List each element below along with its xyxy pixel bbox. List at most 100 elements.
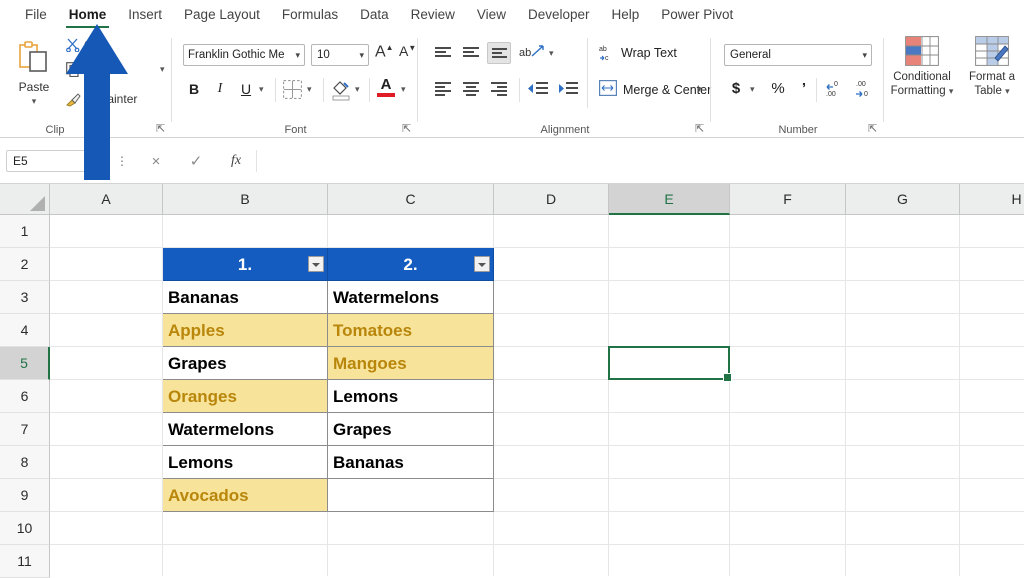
align-center-button[interactable] (459, 78, 483, 100)
paste-button[interactable]: Paste ▾ (8, 36, 60, 112)
row-header-9[interactable]: 9 (0, 479, 50, 512)
increase-decimal-button[interactable]: 0 .00 (824, 78, 848, 100)
italic-button[interactable]: I (209, 78, 231, 100)
table-cell[interactable]: Tomatoes (328, 314, 494, 347)
chevron-down-icon[interactable]: ▾ (549, 42, 554, 64)
font-size-input[interactable]: 10 ▾ (311, 44, 369, 66)
filter-dropdown-button[interactable] (308, 256, 324, 272)
ribbon-tab-page-layout[interactable]: Page Layout (173, 0, 271, 30)
increase-font-size-button[interactable]: A▲ (375, 43, 394, 61)
ribbon-tab-review[interactable]: Review (400, 0, 466, 30)
align-left-button[interactable] (431, 78, 455, 100)
cell-area[interactable]: 1.2.BananasApplesGrapesOrangesWatermelon… (50, 215, 1024, 576)
bold-button[interactable]: B (183, 78, 205, 100)
table-cell[interactable]: Watermelons (328, 281, 494, 314)
decrease-font-size-button[interactable]: A▼ (399, 43, 416, 59)
underline-button[interactable]: U (235, 78, 257, 100)
number-dialog-launcher-icon[interactable]: ⇱ (868, 123, 880, 135)
orientation-button[interactable]: ab (519, 43, 531, 61)
comma-style-button[interactable]: ’ (794, 78, 814, 100)
formula-input[interactable] (256, 150, 1024, 172)
column-header-D[interactable]: D (494, 184, 609, 215)
chevron-down-icon[interactable]: ▾ (862, 45, 867, 65)
table-cell[interactable]: Watermelons (163, 413, 328, 446)
chevron-down-icon[interactable]: ▾ (359, 45, 364, 65)
table-cell[interactable]: Lemons (163, 446, 328, 479)
table-cell[interactable]: Apples (163, 314, 328, 347)
enter-formula-button[interactable]: ✓ (176, 152, 216, 170)
row-header-6[interactable]: 6 (0, 380, 50, 413)
chevron-down-icon[interactable]: ▾ (295, 45, 300, 65)
conditional-formatting-button[interactable]: Conditional Formatting ▾ (889, 36, 955, 98)
font-dialog-launcher-icon[interactable]: ⇱ (402, 123, 414, 135)
table-cell[interactable]: Mangoes (328, 347, 494, 380)
table-cell[interactable]: Grapes (163, 347, 328, 380)
chevron-down-icon[interactable]: ▾ (8, 96, 60, 107)
table-cell[interactable] (328, 479, 494, 512)
chevron-down-icon[interactable]: ▾ (259, 78, 264, 100)
row-header-5[interactable]: 5 (0, 347, 50, 380)
percent-button[interactable]: % (768, 78, 788, 100)
borders-button[interactable] (283, 80, 302, 104)
table-cell[interactable]: Oranges (163, 380, 328, 413)
currency-button[interactable]: $ (726, 78, 746, 100)
align-right-button[interactable] (487, 78, 511, 100)
column-header-C[interactable]: C (328, 184, 494, 215)
decrease-decimal-button[interactable]: .00 0 (854, 78, 878, 100)
number-format-select[interactable]: General ▾ (724, 44, 872, 66)
row-header-3[interactable]: 3 (0, 281, 50, 314)
column-header-G[interactable]: G (846, 184, 960, 215)
row-header-10[interactable]: 10 (0, 512, 50, 545)
ribbon-tab-help[interactable]: Help (601, 0, 651, 30)
row-header-11[interactable]: 11 (0, 545, 50, 578)
column-header-F[interactable]: F (730, 184, 846, 215)
row-header-2[interactable]: 2 (0, 248, 50, 281)
clipboard-dialog-launcher-icon[interactable]: ⇱ (156, 123, 168, 135)
row-header-7[interactable]: 7 (0, 413, 50, 446)
fill-color-button[interactable] (331, 79, 351, 106)
chevron-down-icon[interactable]: ▾ (160, 64, 165, 75)
table-cell[interactable]: Avocados (163, 479, 328, 512)
table-header-cell[interactable]: 1. (163, 248, 328, 281)
column-header-A[interactable]: A (50, 184, 163, 215)
align-top-button[interactable] (431, 42, 455, 64)
ribbon-tab-formulas[interactable]: Formulas (271, 0, 349, 30)
alignment-dialog-launcher-icon[interactable]: ⇱ (695, 123, 707, 135)
chevron-down-icon[interactable]: ▾ (750, 78, 755, 100)
insert-function-button[interactable]: fx (216, 153, 256, 169)
chevron-down-icon[interactable]: ▾ (355, 78, 360, 100)
column-header-E[interactable]: E (609, 184, 730, 215)
decrease-indent-button[interactable] (527, 78, 551, 100)
increase-indent-button[interactable] (557, 78, 581, 100)
selected-cell-E5[interactable] (608, 346, 730, 380)
table-cell[interactable]: Bananas (328, 446, 494, 479)
chevron-down-icon[interactable]: ▾ (697, 78, 702, 100)
table-cell[interactable]: Grapes (328, 413, 494, 446)
font-color-button[interactable]: A (377, 77, 395, 97)
row-header-8[interactable]: 8 (0, 446, 50, 479)
align-bottom-button[interactable] (487, 42, 511, 64)
chevron-down-icon[interactable]: ▾ (1005, 86, 1010, 96)
select-all-corner-button[interactable] (0, 184, 50, 215)
table-cell[interactable]: Bananas (163, 281, 328, 314)
table-cell[interactable]: Lemons (328, 380, 494, 413)
chevron-down-icon[interactable]: ▾ (949, 86, 954, 96)
font-name-input[interactable]: Franklin Gothic Me ▾ (183, 44, 305, 66)
ribbon-tab-file[interactable]: File (14, 0, 58, 30)
ribbon-tab-power-pivot[interactable]: Power Pivot (650, 0, 744, 30)
column-header-B[interactable]: B (163, 184, 328, 215)
ribbon-tab-data[interactable]: Data (349, 0, 400, 30)
ribbon-tab-developer[interactable]: Developer (517, 0, 601, 30)
table-header-cell[interactable]: 2. (328, 248, 494, 281)
ribbon-tab-view[interactable]: View (466, 0, 517, 30)
row-header-4[interactable]: 4 (0, 314, 50, 347)
chevron-down-icon[interactable]: ▾ (401, 78, 406, 100)
merge-center-button[interactable] (599, 80, 617, 101)
cancel-formula-button[interactable]: × (136, 153, 176, 170)
filter-dropdown-button[interactable] (474, 256, 490, 272)
row-header-1[interactable]: 1 (0, 215, 50, 248)
column-header-H[interactable]: H (960, 184, 1024, 215)
align-middle-button[interactable] (459, 42, 483, 64)
format-as-table-button[interactable]: Format a Table ▾ (959, 36, 1024, 98)
chevron-down-icon[interactable]: ▾ (307, 78, 312, 100)
